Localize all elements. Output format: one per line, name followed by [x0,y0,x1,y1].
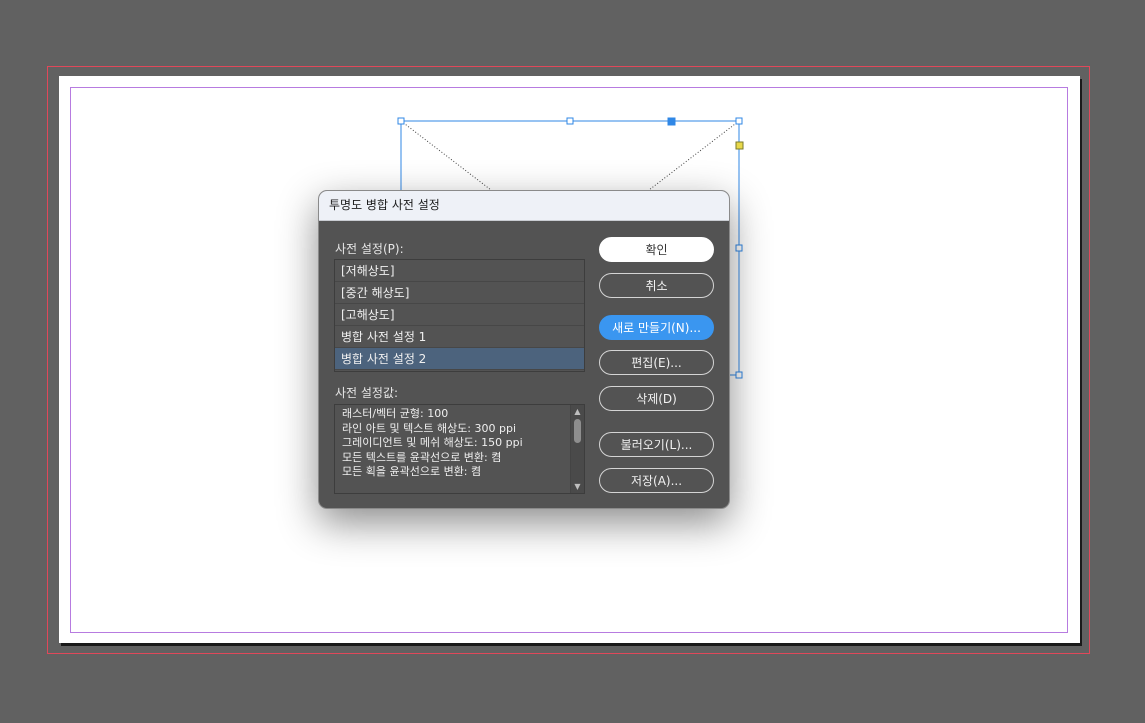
preset-list[interactable]: [저해상도] [중간 해상도] [고해상도] 병합 사전 설정 1 병합 사전 … [334,259,585,372]
load-button[interactable]: 불러오기(L)... [599,432,714,457]
preset-item[interactable]: 병합 사전 설정 1 [335,326,584,348]
save-button[interactable]: 저장(A)... [599,468,714,493]
setting-line: 그레이디언트 및 메쉬 해상도: 150 ppi [342,436,523,449]
setting-line: 모든 획을 윤곽선으로 변환: 켬 [342,465,482,478]
settings-scrollbar[interactable]: ▲ ▼ [570,405,584,493]
preset-item[interactable]: [고해상도] [335,304,584,326]
preset-settings-box[interactable]: 래스터/벡터 균형: 100 라인 아트 및 텍스트 해상도: 300 ppi … [334,404,585,494]
setting-line: 모든 텍스트를 윤곽선으로 변환: 켬 [342,450,502,464]
scroll-thumb[interactable] [574,419,581,443]
edit-button[interactable]: 편집(E)... [599,350,714,375]
flattener-presets-dialog: 투명도 병합 사전 설정 사전 설정(P): [저해상도] [중간 해상도] [… [318,190,730,509]
new-button[interactable]: 새로 만들기(N)... [599,315,714,340]
setting-line: 라인 아트 및 텍스트 해상도: 300 ppi [342,421,517,435]
scroll-down-icon[interactable]: ▼ [573,482,582,491]
delete-button[interactable]: 삭제(D) [599,386,714,411]
cancel-button[interactable]: 취소 [599,273,714,298]
preset-settings-text: 래스터/벡터 균형: 100 라인 아트 및 텍스트 해상도: 300 ppi … [342,407,523,480]
dialog-title: 투명도 병합 사전 설정 [319,191,729,221]
preset-item[interactable]: [중간 해상도] [335,282,584,304]
preset-settings-label: 사전 설정값: [335,386,399,400]
preset-item-selected[interactable]: 병합 사전 설정 2 [335,348,584,370]
scroll-up-icon[interactable]: ▲ [573,407,582,416]
ok-button[interactable]: 확인 [599,237,714,262]
presets-label: 사전 설정(P): [335,242,404,256]
preset-item[interactable]: [저해상도] [335,260,584,282]
setting-line: 래스터/벡터 균형: 100 [342,407,449,420]
